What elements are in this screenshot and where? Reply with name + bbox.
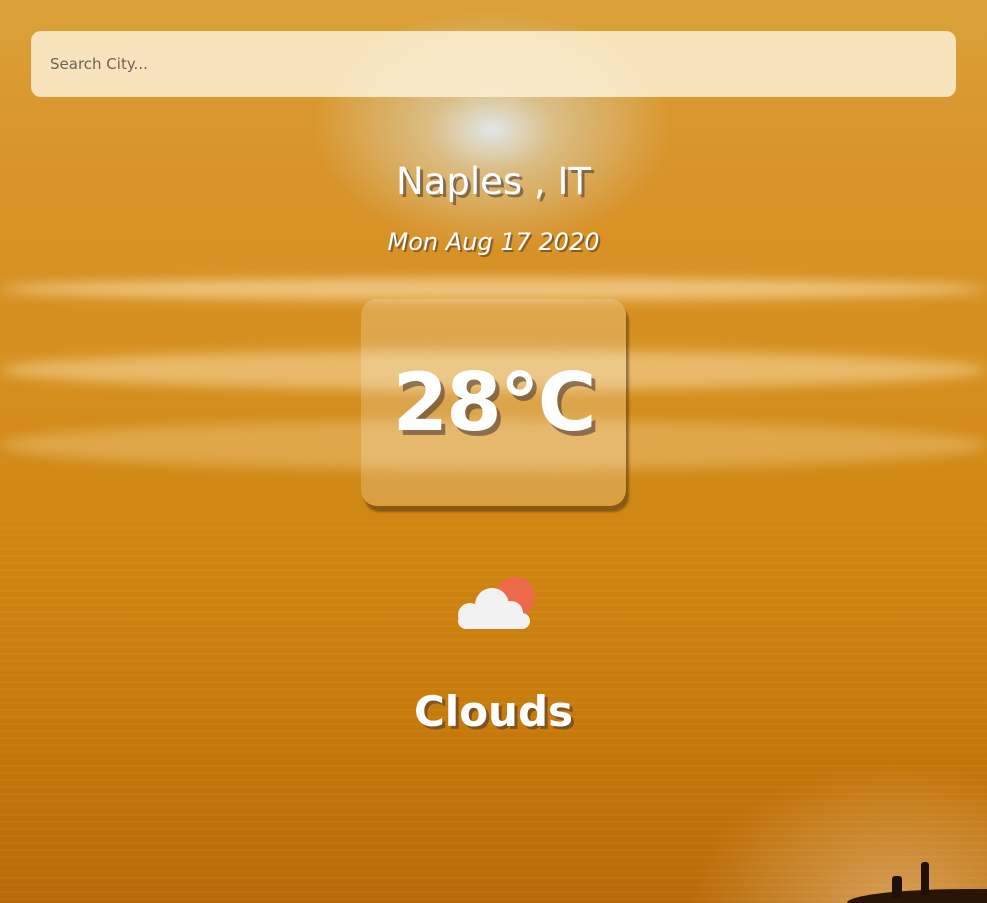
search-city-input[interactable] <box>31 31 956 97</box>
cloud-band <box>0 278 987 300</box>
temperature-card: 28°C <box>361 299 626 506</box>
weather-condition: Clouds <box>413 687 574 736</box>
location-title: Naples , IT <box>396 160 591 203</box>
mist <box>687 763 987 903</box>
search-bar <box>31 31 956 97</box>
person-silhouette <box>892 876 902 898</box>
temperature-value: 28°C <box>392 355 596 449</box>
date-label: Mon Aug 17 2020 <box>387 228 600 256</box>
person-silhouette <box>921 862 929 895</box>
clouds-sun-icon <box>452 575 537 631</box>
